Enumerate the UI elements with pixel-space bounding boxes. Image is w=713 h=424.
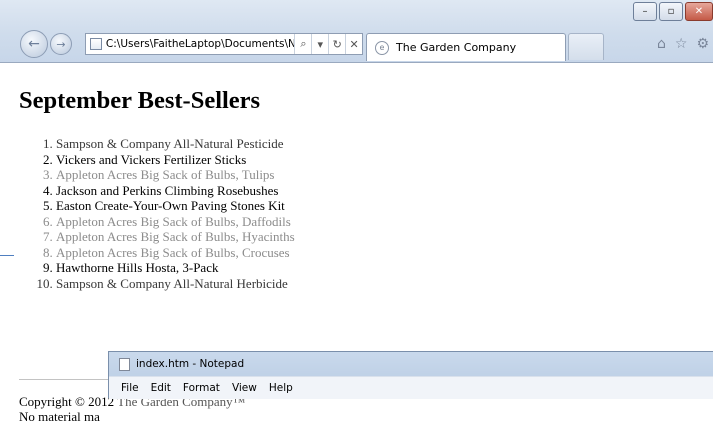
close-icon: ✕: [694, 6, 704, 17]
ie-page-icon: e: [375, 40, 389, 55]
list-item: Sampson & Company All-Natural Pesticide: [56, 136, 295, 152]
address-url[interactable]: C:\Users\FaitheLaptop\Documents\N: [106, 38, 295, 50]
stop-icon[interactable]: ✕: [345, 34, 362, 54]
menu-format[interactable]: Format: [183, 382, 220, 394]
menu-view[interactable]: View: [232, 382, 257, 394]
notepad-titlebar[interactable]: index.htm - Notepad: [109, 352, 713, 376]
tab-the-garden-company[interactable]: e The Garden Company: [366, 33, 566, 61]
page-title: September Best-Sellers: [19, 87, 261, 114]
notepad-icon: [119, 357, 130, 371]
forward-arrow-icon: →: [56, 37, 66, 51]
maximize-button[interactable]: ▫: [659, 2, 683, 21]
browser-tools: ⌂ ☆ ⚙: [657, 36, 709, 52]
close-button[interactable]: ✕: [685, 2, 713, 21]
menu-file[interactable]: File: [121, 382, 139, 394]
notepad-window[interactable]: index.htm - Notepad File Edit Format Vie…: [108, 351, 713, 399]
settings-gear-icon[interactable]: ⚙: [696, 36, 709, 52]
forward-button[interactable]: →: [50, 33, 72, 55]
material-line: No material ma: [19, 409, 100, 424]
refresh-icon[interactable]: ↻: [328, 34, 345, 54]
list-item: Appleton Acres Big Sack of Bulbs, Daffod…: [56, 214, 295, 230]
list-item: Vickers and Vickers Fertilizer Sticks: [56, 152, 295, 168]
notepad-title: index.htm - Notepad: [136, 358, 245, 370]
blue-marker-line: [0, 255, 14, 256]
list-item: Appleton Acres Big Sack of Bulbs, Hyacin…: [56, 229, 295, 245]
maximize-icon: ▫: [667, 6, 675, 17]
back-button[interactable]: ←: [20, 30, 48, 58]
notepad-menubar: File Edit Format View Help: [109, 376, 713, 399]
list-item: Hawthorne Hills Hosta, 3-Pack: [56, 260, 295, 276]
back-arrow-icon: ←: [28, 36, 40, 52]
home-icon[interactable]: ⌂: [657, 36, 666, 52]
list-item: Jackson and Perkins Climbing Rosebushes: [56, 183, 295, 199]
copyright-prefix: Copyright © 2012: [19, 394, 118, 409]
browser-chrome: – ▫ ✕ ← → C:\Users\FaitheLaptop\Document…: [0, 0, 713, 63]
dropdown-icon[interactable]: ▾: [311, 34, 328, 54]
minimize-icon: –: [642, 6, 648, 17]
menu-help[interactable]: Help: [269, 382, 293, 394]
page-icon: [90, 38, 102, 50]
list-item: Appleton Acres Big Sack of Bulbs, Tulips: [56, 167, 295, 183]
window-controls: – ▫ ✕: [631, 2, 713, 21]
minimize-button[interactable]: –: [633, 2, 657, 21]
search-icon[interactable]: ⌕: [294, 34, 311, 54]
menu-edit[interactable]: Edit: [151, 382, 171, 394]
new-tab-button[interactable]: [568, 33, 604, 60]
tab-title: The Garden Company: [396, 41, 517, 54]
list-item: Easton Create-Your-Own Paving Stones Kit: [56, 198, 295, 214]
best-sellers-list: Sampson & Company All-Natural Pesticide …: [20, 136, 295, 291]
address-bar[interactable]: C:\Users\FaitheLaptop\Documents\N ⌕ ▾ ↻ …: [85, 33, 363, 55]
list-item: Sampson & Company All-Natural Herbicide: [56, 276, 295, 292]
favorites-star-icon[interactable]: ☆: [675, 36, 688, 52]
list-item: Appleton Acres Big Sack of Bulbs, Crocus…: [56, 245, 295, 261]
page-content: September Best-Sellers Sampson & Company…: [0, 63, 713, 424]
